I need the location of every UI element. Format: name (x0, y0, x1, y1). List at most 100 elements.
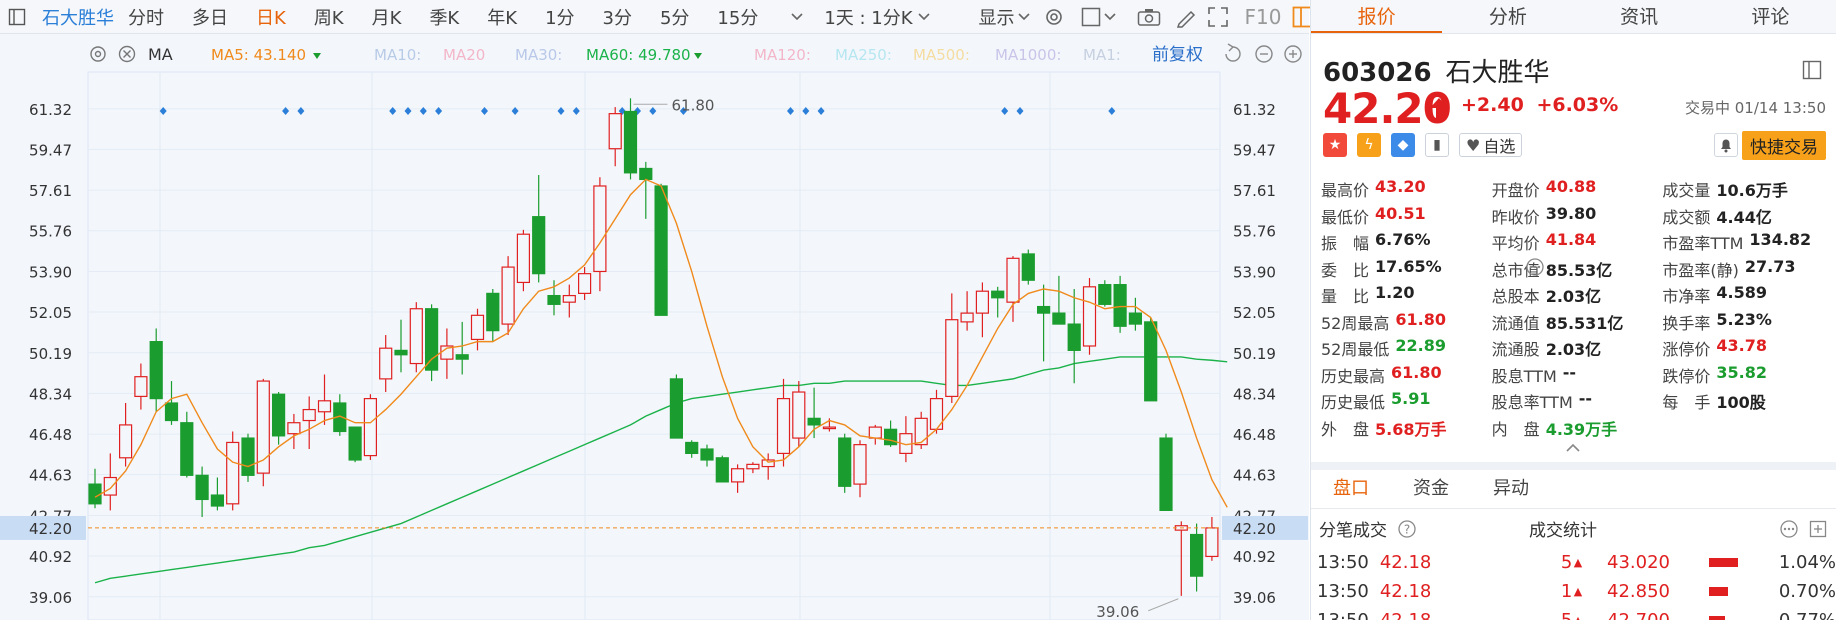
candle[interactable] (440, 328, 454, 379)
candle[interactable] (516, 229, 531, 292)
candle[interactable] (715, 455, 729, 483)
candle[interactable] (1144, 317, 1158, 402)
candle[interactable] (883, 420, 898, 447)
layout-icon[interactable] (1802, 60, 1822, 85)
event-marker[interactable] (557, 107, 565, 115)
candle[interactable] (1205, 516, 1219, 561)
candle[interactable] (991, 286, 1005, 318)
event-marker[interactable] (481, 107, 488, 115)
event-marker[interactable] (404, 107, 412, 115)
stock-name-tab[interactable]: 石大胜华 (42, 4, 114, 30)
candle[interactable] (241, 433, 255, 482)
ma-type-label[interactable]: MA (148, 45, 173, 64)
candles[interactable] (88, 98, 1219, 596)
period-tab[interactable]: 月K (372, 4, 402, 30)
candle[interactable] (486, 289, 500, 342)
candle[interactable] (501, 256, 515, 336)
event-marker[interactable] (1108, 107, 1116, 115)
event-marker[interactable] (802, 107, 810, 115)
lightning-icon[interactable]: ϟ (1357, 133, 1381, 157)
candle[interactable] (1189, 523, 1204, 592)
candle[interactable] (838, 433, 852, 493)
candle[interactable] (929, 389, 944, 434)
quote-tab[interactable]: 资讯 (1574, 0, 1705, 33)
help-icon[interactable]: ? (1397, 519, 1417, 539)
candle[interactable] (180, 411, 194, 478)
candle[interactable] (195, 466, 209, 517)
event-marker[interactable] (1016, 107, 1024, 115)
candle[interactable] (608, 107, 622, 167)
more-options-icon[interactable] (1779, 519, 1799, 539)
event-marker[interactable] (419, 107, 427, 115)
detail-tab[interactable]: 盘口 (1333, 474, 1369, 500)
period-tab[interactable]: 15分 (717, 4, 758, 30)
camera-icon[interactable] (1137, 7, 1161, 27)
kline-chart[interactable]: MA MA5: 43.140 MA10: MA20 MA30: MA60: 49… (0, 34, 1309, 620)
sidebar-toggle-icon[interactable] (8, 8, 26, 26)
candle[interactable] (1067, 289, 1081, 384)
detail-tab[interactable]: 异动 (1493, 474, 1529, 500)
period-tab[interactable]: 5分 (660, 4, 689, 30)
event-marker[interactable] (159, 107, 167, 115)
candle[interactable] (1021, 249, 1035, 285)
candle[interactable] (210, 477, 224, 511)
event-marker[interactable] (817, 107, 825, 115)
candle[interactable] (348, 426, 362, 463)
event-marker[interactable] (572, 107, 580, 115)
candle[interactable] (103, 453, 117, 511)
period-tab[interactable]: 周K (314, 4, 344, 30)
ma-settings-icon[interactable] (90, 46, 106, 62)
adjust-mode-button[interactable]: 前复权 (1152, 45, 1203, 65)
candle[interactable] (792, 381, 806, 447)
period-tab[interactable]: 分时 (128, 4, 164, 30)
event-markers[interactable] (159, 107, 1116, 115)
period-tab[interactable]: 1分 (545, 4, 574, 30)
candle[interactable] (118, 402, 133, 467)
square-tool-icon[interactable] (1081, 7, 1117, 27)
candle[interactable] (1174, 521, 1188, 596)
settings-gear-icon[interactable] (1043, 6, 1065, 28)
candle[interactable] (425, 304, 439, 382)
event-marker[interactable] (787, 107, 794, 115)
candle[interactable] (272, 392, 286, 445)
candle[interactable] (899, 416, 913, 463)
candle[interactable] (363, 394, 377, 460)
candle[interactable] (685, 440, 699, 458)
candle[interactable] (807, 387, 821, 439)
candle[interactable] (409, 302, 423, 373)
event-marker[interactable] (1001, 107, 1009, 115)
tag-icon[interactable]: ◆ (1391, 133, 1415, 157)
expand-icon[interactable] (1809, 520, 1827, 538)
candle[interactable] (1098, 280, 1112, 307)
period-tab[interactable]: 多日 (192, 4, 228, 30)
zoom-out-icon[interactable] (1255, 45, 1273, 63)
china-flag-icon[interactable]: ★ (1323, 133, 1347, 157)
period-more-icon[interactable] (790, 12, 804, 22)
event-marker[interactable] (511, 107, 519, 115)
candle[interactable] (1052, 275, 1066, 325)
event-marker[interactable] (435, 107, 443, 115)
candle[interactable] (700, 444, 714, 467)
event-marker[interactable] (282, 107, 290, 115)
candle[interactable] (1128, 297, 1143, 331)
detail-tab[interactable]: 资金 (1413, 474, 1449, 500)
candle[interactable] (379, 335, 393, 393)
period-tab[interactable]: 季K (429, 4, 459, 30)
candle[interactable] (746, 462, 760, 474)
undo-icon[interactable] (1225, 43, 1241, 62)
bookmark-icon[interactable]: ▮ (1425, 133, 1449, 157)
candle[interactable] (333, 394, 347, 436)
candle[interactable] (256, 378, 270, 487)
period-tab[interactable]: 年K (487, 4, 517, 30)
kline-chart-area[interactable]: MA MA5: 43.140 MA10: MA20 MA30: MA60: 49… (0, 34, 1309, 620)
add-favorite-button[interactable]: ♥ 自选 (1459, 133, 1523, 157)
candle[interactable] (593, 177, 607, 292)
candle[interactable] (960, 291, 974, 331)
candle[interactable] (1113, 275, 1127, 333)
candle[interactable] (470, 308, 485, 351)
display-dropdown[interactable]: 显示 (979, 4, 1031, 30)
quote-tab[interactable]: 评论 (1705, 0, 1836, 33)
quote-tab[interactable]: 分析 (1442, 0, 1573, 33)
candle[interactable] (394, 319, 408, 373)
event-marker[interactable] (389, 107, 397, 115)
